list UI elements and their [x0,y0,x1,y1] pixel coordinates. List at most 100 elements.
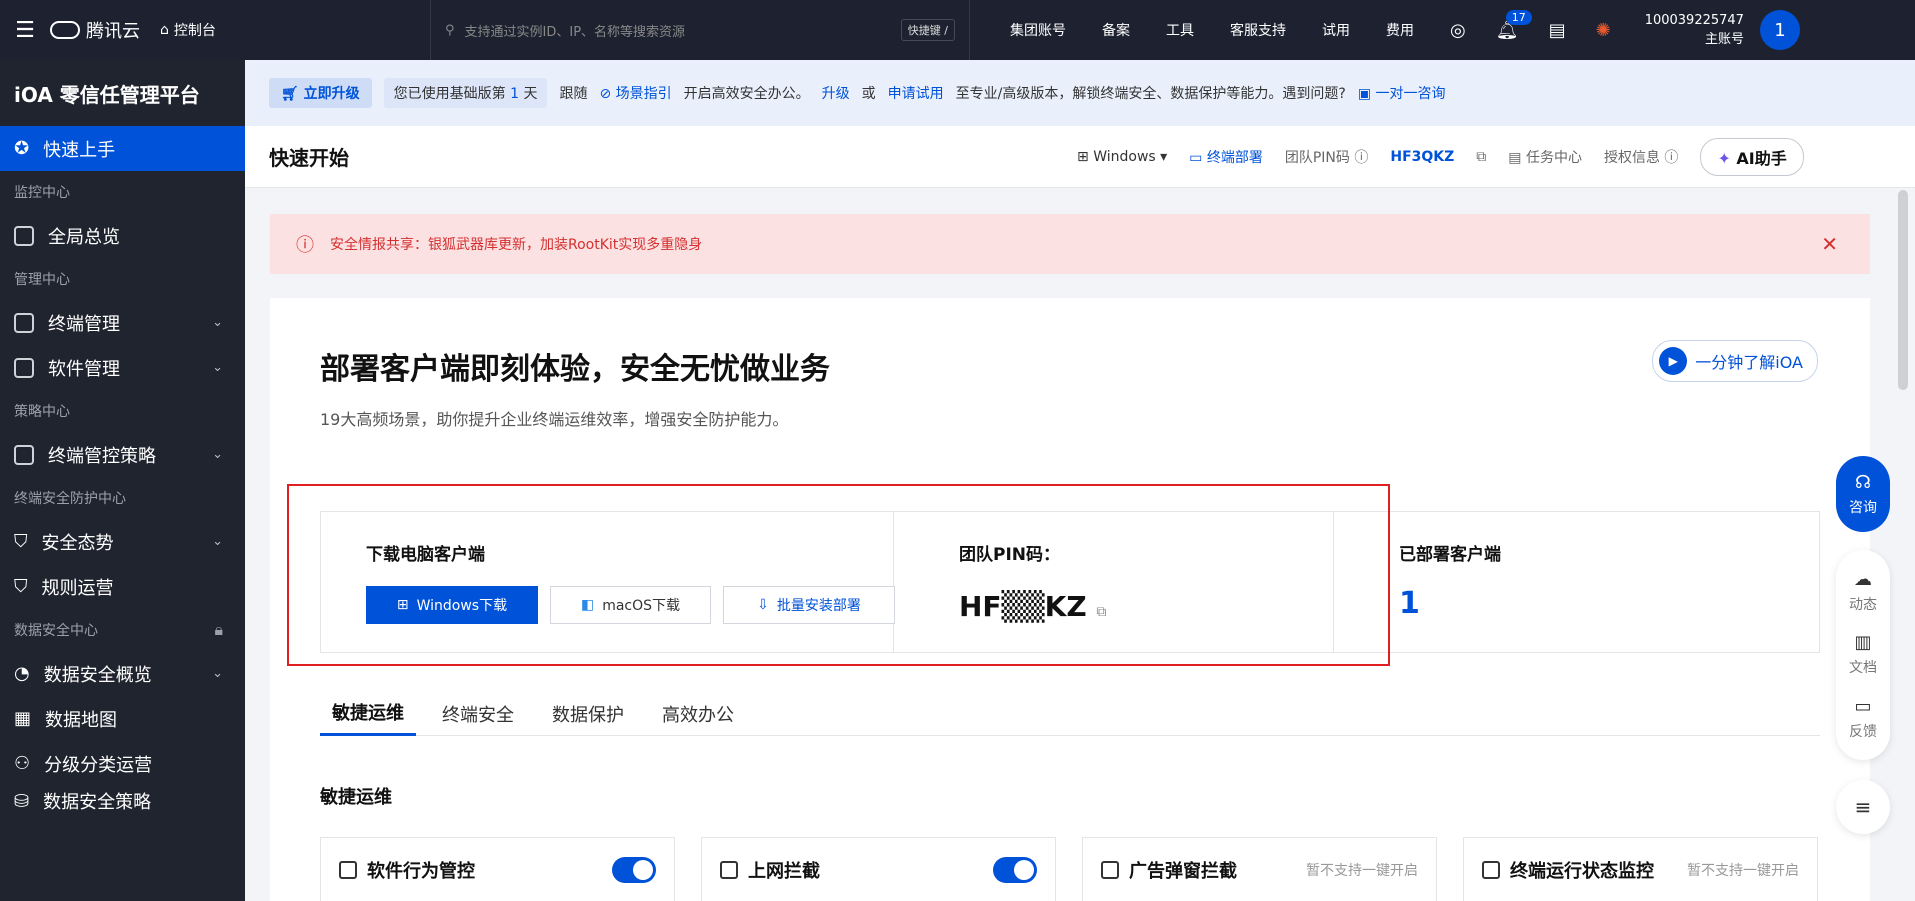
upgrade-button[interactable]: 🛒︎ 立即升级 [269,78,372,108]
batch-deploy-button[interactable]: ⇩ 批量安装部署 [723,586,895,624]
cart-icon[interactable]: ▤ [1549,20,1566,41]
feature-card-software-control[interactable]: 软件行为管控 [320,837,675,901]
ai-assistant-button[interactable]: ✦ AI助手 [1700,137,1804,176]
tab-terminal-security[interactable]: 终端安全 [430,691,526,736]
license-label: 授权信息 [1603,149,1660,166]
book-icon: ▥ [1854,632,1872,654]
search-input[interactable]: 支持通过实例ID、IP、名称等搜索资源 [465,21,891,40]
float-toolbar: ☁ 动态 ▥ 文档 ▭ 反馈 [1836,550,1890,760]
feature-toggle[interactable] [612,856,656,883]
feature-toggle[interactable] [993,856,1037,883]
policy-icon [14,444,34,465]
sidebar-item-software-mgmt[interactable]: 软件管理 ⌄ [0,345,245,390]
list-icon [339,860,357,879]
license-link[interactable]: 授权信息 ⓘ [1604,147,1678,167]
sidebar-item-label: 规则运营 [41,577,114,599]
ai-icon: ✦ [1717,148,1731,168]
sidebar-item-overview[interactable]: 全局总览 [0,213,245,258]
sidebar-item-data-map[interactable]: ▦ 数据地图 [0,696,245,741]
sidebar-item-classify-ops[interactable]: ⚇ 分级分类运营 [0,741,245,786]
cloud-icon [50,21,80,39]
shield-icon: ⛉ [14,531,28,552]
scene-guide-link[interactable]: ⊘ 场景指引 [599,83,671,103]
copy-icon[interactable]: ⧉ [1096,604,1106,620]
windows-download-button[interactable]: ⊞ Windows下载 [366,586,538,624]
feature-name: 软件行为管控 [367,860,475,882]
top-nav: 集团账号 备案 工具 客服支持 试用 费用 [1010,20,1414,40]
alert-text[interactable]: 安全情报共享：银狐武器库更新，加装RootKit实现多重隐身 [330,234,702,254]
scrollbar[interactable] [1898,190,1908,390]
pin-value: HF3QKZ [1390,148,1455,165]
sidebar-item-quick-start[interactable]: ✪ 快速上手 [0,126,245,171]
sidebar-item-terminal-mgmt[interactable]: 终端管理 ⌄ [0,300,245,345]
video-label: 一分钟了解iOA [1695,353,1803,372]
nav-billing[interactable]: 费用 [1386,20,1414,40]
chevron-down-icon: ⌄ [212,315,223,330]
tab-data-protection[interactable]: 数据保护 [540,691,636,736]
account-role: 主账号 [1704,32,1744,47]
pin-label-text: 团队PIN码 [1284,149,1350,166]
video-button[interactable]: ▶ 一分钟了解iOA [1652,340,1818,382]
task-center-link[interactable]: ▤ 任务中心 [1508,147,1582,167]
collapse-menu-button[interactable]: ≡ [1836,780,1890,834]
sidebar-item-terminal-policy[interactable]: 终端管控策略 ⌄ [0,432,245,477]
feature-name: 终端运行状态监控 [1510,860,1654,882]
deploy-link[interactable]: ▭ 终端部署 [1189,147,1263,167]
feature-card-web-block[interactable]: 上网拦截 [701,837,1056,901]
avatar[interactable]: 1 [1759,10,1800,50]
sidebar-title: iOA 零信任管理平台 [14,82,200,107]
tab-efficient-office[interactable]: 高效办公 [650,691,746,736]
feature-card-status-monitor[interactable]: 终端运行状态监控 暂不支持一键开启 [1463,837,1818,901]
nav-tools[interactable]: 工具 [1166,20,1194,40]
console-link[interactable]: ⌂ 控制台 [160,20,430,40]
os-select[interactable]: ⊞ Windows ▾ [1077,149,1167,165]
consult-float-label: 咨询 [1849,499,1877,516]
account-id: 100039225747 [1644,13,1744,28]
tiktok-icon[interactable]: ◎ [1450,20,1466,41]
software-icon [14,357,34,378]
sidebar-group-label: 数据安全中心 [14,623,98,639]
global-search[interactable]: ⚲ 支持通过实例ID、IP、名称等搜索资源 快捷键 / [430,0,970,60]
bell-icon[interactable]: 🔔︎ 17 [1496,9,1532,41]
app-icon[interactable]: ✺ [1596,20,1611,41]
sidebar-item-security-posture[interactable]: ⛉ 安全态势 ⌄ [0,519,245,564]
close-icon[interactable]: ✕ [1821,232,1838,256]
pin-label: 团队PIN码 ⓘ [1284,149,1369,166]
macos-download-button[interactable]: ◧ macOS下载 [550,586,711,624]
feature-list: 软件行为管控 上网拦截 广告弹窗拦截 暂不支持一键开启 终端运行状态监控 暂不支… [320,837,1818,901]
hero-title: 部署客户端即刻体验，安全无忧做业务 [320,352,830,387]
pin-card-title: 团队PIN码： [959,545,1061,565]
sidebar-item-data-policy[interactable]: ⛁ 数据安全策略 [0,786,245,816]
feedback-button[interactable]: ▭ 反馈 [1849,696,1877,741]
brand-logo[interactable]: 腾讯云 [50,17,140,43]
shortcut-hint: 快捷键 / [900,19,955,41]
usage-badge: 您已使用基础版第 1 天 [383,78,548,108]
docs-button[interactable]: ▥ 文档 [1849,632,1877,677]
chevron-down-icon: ⌄ [212,447,223,462]
pin-code-value: HF▒▒KZ [959,590,1087,623]
hero-section: 部署客户端即刻体验，安全无忧做业务 19大高频场景，助你提升企业终端运维效率，增… [270,298,1870,471]
upgrade-link[interactable]: 升级 [822,83,850,103]
header-actions: ⊞ Windows ▾ ▭ 终端部署 团队PIN码 ⓘ HF3QKZ ⧉ ▤ 任… [1077,137,1804,176]
nav-support[interactable]: 客服支持 [1230,20,1286,40]
sidebar-item-label: 分级分类运营 [44,754,153,776]
account-info[interactable]: 100039225747 主账号 [1645,11,1744,49]
nav-filing[interactable]: 备案 [1102,20,1130,40]
copy-icon[interactable]: ⧉ [1476,149,1486,165]
consult-float-button[interactable]: ☊ 咨询 [1836,456,1890,532]
nav-trial[interactable]: 试用 [1322,20,1350,40]
deployed-count[interactable]: 1 [1399,586,1420,621]
feedback-icon: ▭ [1854,695,1872,717]
sidebar-item-data-overview[interactable]: ◔ 数据安全概览 ⌄ [0,651,245,696]
trial-link[interactable]: 申请试用 [888,83,944,103]
sidebar-item-rule-ops[interactable]: ⛉ 规则运营 [0,564,245,609]
security-alert: ⓘ 安全情报共享：银狐武器库更新，加装RootKit实现多重隐身 ✕ [270,214,1870,274]
menu-icon[interactable]: ☰ [0,0,50,60]
news-button[interactable]: ☁ 动态 [1849,569,1877,614]
follow-text: 跟随 [559,86,588,102]
feedback-label: 反馈 [1849,723,1877,740]
consult-link[interactable]: ▣ 一对一咨询 [1358,83,1446,103]
nav-group-account[interactable]: 集团账号 [1010,20,1066,40]
feature-card-ad-block[interactable]: 广告弹窗拦截 暂不支持一键开启 [1082,837,1437,901]
tab-agile-ops[interactable]: 敏捷运维 [320,691,416,736]
